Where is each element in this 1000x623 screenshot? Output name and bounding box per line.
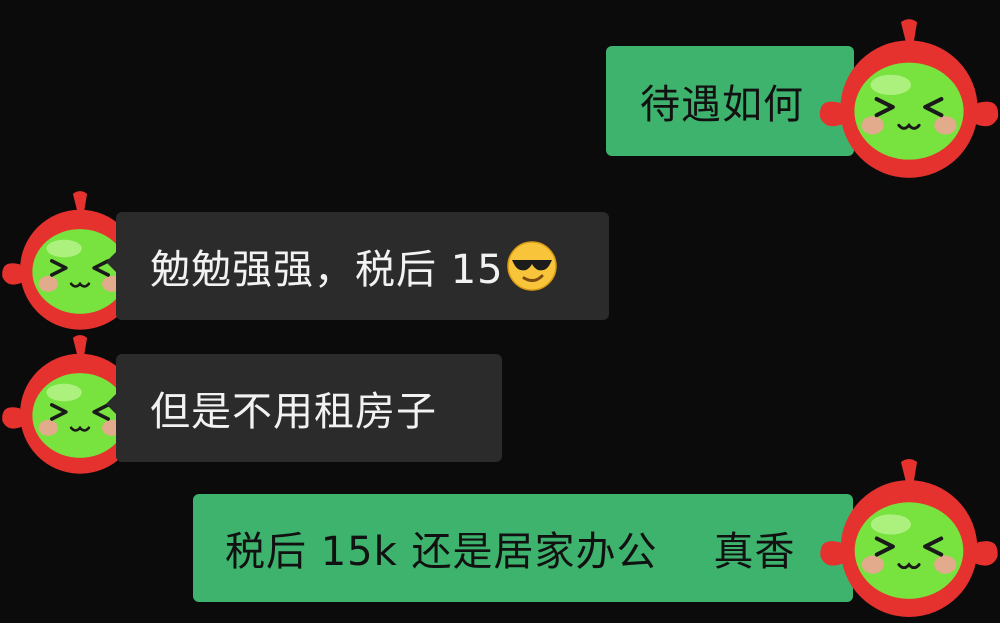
message-text: 待遇如何 (640, 82, 804, 128)
message-bubble-outgoing[interactable]: 待遇如何 (606, 46, 864, 156)
message-bubble-outgoing[interactable]: 税后 15k 还是居家办公 真香 (193, 494, 863, 602)
message-bubble-incoming[interactable]: 勉勉强强，税后 15 (106, 212, 609, 320)
message-text: 勉勉强强，税后 15 (150, 247, 504, 293)
message-text: 但是不用租房子 (150, 389, 437, 435)
red-green-mascot-icon[interactable] (818, 452, 1000, 623)
message-text-extra: 真香 (713, 529, 796, 575)
chat-area: 待遇如何 勉勉强强，税后 15 但是不用租房子 税后 15k 还是居家办公 真香 (0, 0, 1000, 623)
message-text: 税后 15k 还是居家办公 (225, 529, 658, 575)
red-green-mascot-icon[interactable] (818, 12, 1000, 184)
sunglasses-smile-emoji-icon (506, 241, 557, 291)
message-bubble-incoming[interactable]: 但是不用租房子 (106, 354, 502, 462)
